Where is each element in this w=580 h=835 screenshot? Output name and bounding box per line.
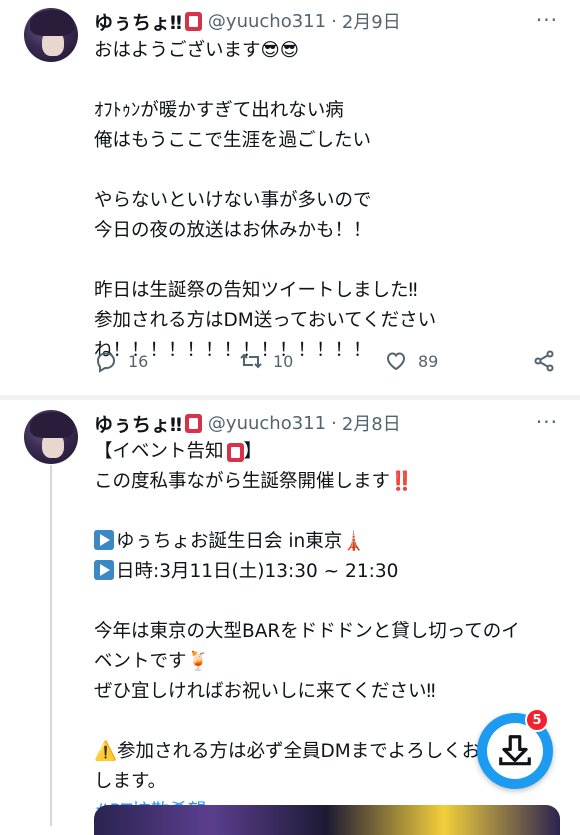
tweet-header: ゆぅちょ‼ @yuucho311 · 2月9日	[94, 8, 401, 34]
tweet-line: 昨日は生誕祭の告知ツイートしました‼	[94, 280, 418, 301]
retweet-count: 10	[273, 351, 294, 371]
avatar[interactable]	[24, 8, 78, 62]
tweet-line: やらないといけない事が多いので	[94, 190, 372, 211]
tweet-line-text: 【イベント告知	[94, 441, 224, 462]
retweet-icon	[240, 353, 262, 369]
tweet-line: ベントです🍹	[94, 651, 210, 672]
tweet-line: 俺はもうここで生涯を過ごしたい	[94, 130, 371, 151]
play-button-icon	[94, 560, 114, 580]
like-count: 89	[418, 351, 439, 371]
heart-icon	[386, 352, 406, 371]
avatar[interactable]	[24, 410, 78, 464]
tweet-line: ゆぅちょお誕生日会 in東京🗼	[94, 527, 564, 557]
tweet-line: ｵﾌﾄｩﾝが暖かすぎて出れない病	[94, 100, 344, 121]
retweet-button[interactable]: 10	[239, 349, 293, 373]
tweet-1[interactable]: ゆぅちょ‼ @yuucho311 · 2月9日 ··· おはようございます😎😎 …	[0, 0, 580, 395]
download-arrow-icon	[499, 735, 531, 766]
mailbox-badge-icon	[226, 442, 244, 462]
share-icon	[534, 350, 554, 372]
reply-count: 16	[128, 351, 149, 371]
tweet-header: ゆぅちょ‼ @yuucho311 · 2月8日	[94, 410, 401, 436]
play-button-icon	[94, 530, 114, 550]
tweet-line-text: ゆぅちょお誕生日会 in東京🗼	[116, 531, 366, 552]
reply-button[interactable]: 16	[94, 349, 148, 373]
bracket-close: 】	[243, 441, 263, 462]
tweet-line: 日時:3月11日(土)13:30 ~ 21:30	[94, 557, 564, 587]
tweet-date[interactable]: 2月8日	[342, 410, 401, 436]
tweet-text: おはようございます😎😎 ｵﾌﾄｩﾝが暖かすぎて出れない病 俺はもうここで生涯を過…	[94, 36, 564, 366]
separator-dot: ·	[331, 412, 337, 434]
mailbox-badge-icon	[184, 11, 202, 31]
tweet-date[interactable]: 2月9日	[342, 8, 401, 34]
tweet-media-image[interactable]	[94, 805, 560, 835]
tweet-line: 【イベント告知】	[94, 437, 564, 467]
mailbox-badge-icon	[184, 413, 202, 433]
reply-icon	[96, 352, 116, 373]
tweet-line: 今年は東京の大型BARをドドドンと貸し切ってのイ	[94, 621, 520, 642]
more-options-icon[interactable]: ···	[536, 410, 558, 434]
notification-badge: 5	[525, 708, 549, 732]
tweet-line: 今日の夜の放送はお休みかも！！	[94, 220, 372, 241]
more-options-icon[interactable]: ···	[536, 8, 558, 32]
user-handle[interactable]: @yuucho311	[208, 11, 326, 32]
tweet-line: ぜひ宜しければお祝いしに来てください‼	[94, 681, 436, 702]
separator-dot: ·	[331, 10, 337, 32]
like-button[interactable]: 89	[384, 349, 438, 373]
tweet-line: 参加される方はDM送っておいてください	[94, 310, 437, 331]
tweet-line-text: 日時:3月11日(土)13:30 ~ 21:30	[116, 561, 399, 582]
tweet-actions: 16 10 89	[94, 349, 564, 379]
user-handle[interactable]: @yuucho311	[208, 413, 326, 434]
tweet-line: おはようございます😎😎	[94, 40, 300, 61]
display-name[interactable]: ゆぅちょ‼	[94, 8, 182, 35]
share-button[interactable]	[532, 349, 556, 373]
tweet-line: この度私事ながら生誕祭開催します‼️	[94, 471, 414, 492]
display-name[interactable]: ゆぅちょ‼	[94, 410, 182, 437]
